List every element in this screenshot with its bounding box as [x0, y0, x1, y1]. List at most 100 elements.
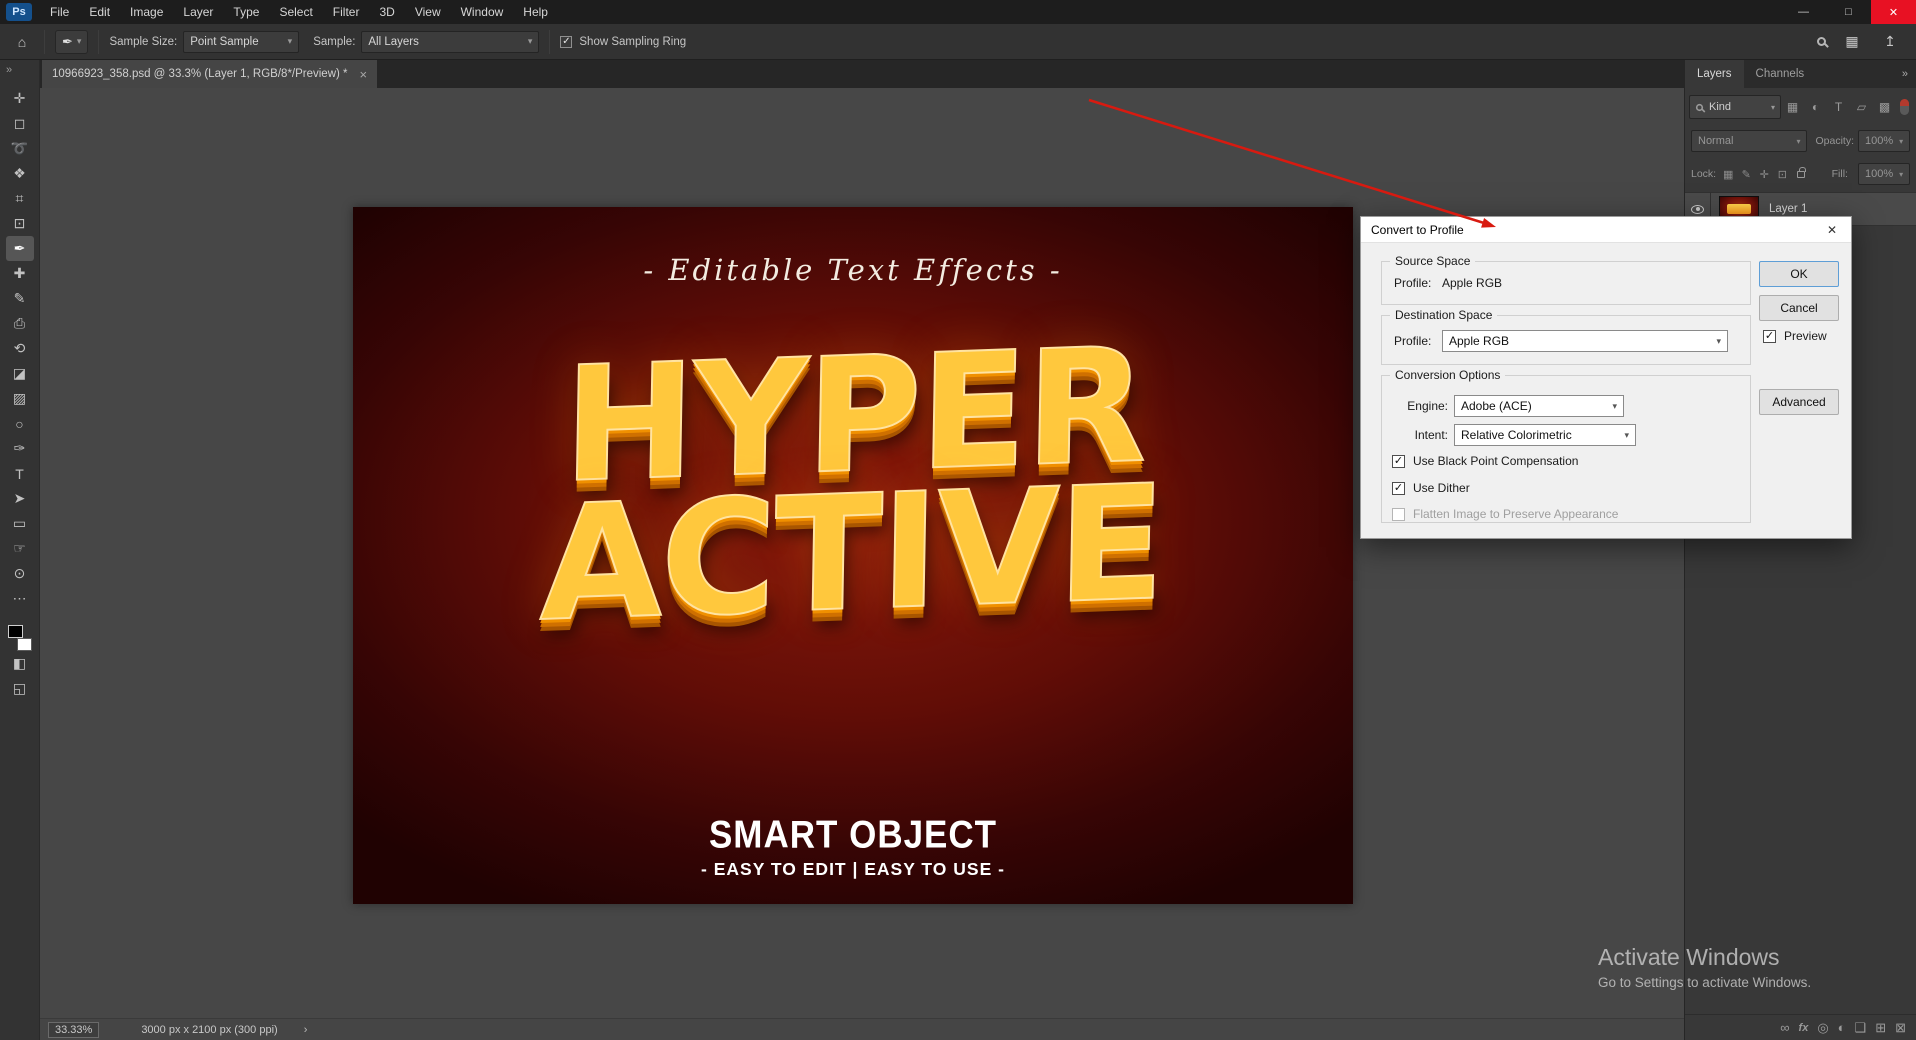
blend-mode-dropdown[interactable]: Normal ▾: [1691, 130, 1807, 152]
status-menu-chevron[interactable]: ›: [304, 1024, 308, 1036]
screen-mode-icon[interactable]: ◱: [6, 676, 34, 701]
lock-all-icon[interactable]: [1797, 171, 1804, 178]
engine-select[interactable]: Adobe (ACE) ▾: [1454, 395, 1624, 417]
quick-selection-tool[interactable]: ❖: [6, 161, 34, 186]
menu-bar: Ps File Edit Image Layer Type Select Fil…: [0, 0, 1916, 24]
crop-tool[interactable]: ⌗: [6, 186, 34, 211]
move-tool[interactable]: ✛: [6, 86, 34, 111]
eraser-tool[interactable]: ◪: [6, 361, 34, 386]
show-sampling-ring-checkbox[interactable]: ✓: [560, 36, 572, 48]
quick-mask-icon[interactable]: ◧: [6, 651, 34, 676]
toolbar-collapse-icon[interactable]: »: [0, 60, 12, 86]
search-icon[interactable]: [1817, 37, 1826, 46]
opacity-field[interactable]: 100% ▾: [1858, 130, 1910, 152]
delete-layer-icon[interactable]: ⊠: [1895, 1020, 1906, 1036]
menu-type[interactable]: Type: [223, 0, 269, 24]
chevron-down-icon: ▾: [1612, 401, 1617, 412]
preview-checkbox[interactable]: ✓: [1763, 330, 1776, 343]
blend-mode-value: Normal: [1698, 135, 1733, 147]
path-selection-tool[interactable]: ➤: [6, 486, 34, 511]
zoom-tool[interactable]: ⊙: [6, 561, 34, 586]
gradient-tool[interactable]: ▨: [6, 386, 34, 411]
zoom-level-field[interactable]: 33.33%: [48, 1022, 99, 1038]
layer-group-icon[interactable]: ❑: [1855, 1020, 1867, 1036]
advanced-button[interactable]: Advanced: [1759, 389, 1839, 415]
menu-window[interactable]: Window: [451, 0, 514, 24]
cancel-button[interactable]: Cancel: [1759, 295, 1839, 321]
filter-adjustment-layers-icon[interactable]: ◐: [1804, 100, 1827, 114]
intent-select[interactable]: Relative Colorimetric ▾: [1454, 424, 1636, 446]
panel-collapse-icon[interactable]: »: [1902, 68, 1916, 88]
sample-dropdown[interactable]: All Layers ▾: [361, 31, 539, 53]
filter-kind-dropdown[interactable]: Kind ▾: [1689, 95, 1781, 119]
dialog-close-icon[interactable]: ✕: [1813, 217, 1851, 243]
healing-brush-tool[interactable]: ✚: [6, 261, 34, 286]
lock-artboards-icon[interactable]: ⊡: [1776, 168, 1788, 181]
document-image: - Editable Text Effects - HYPER ACTIVE S…: [353, 207, 1353, 904]
type-tool[interactable]: T: [6, 461, 34, 486]
source-profile-value: Apple RGB: [1442, 276, 1502, 290]
preview-row: ✓ Preview: [1763, 329, 1827, 343]
workspace-icon[interactable]: ▦: [1840, 33, 1864, 50]
menu-3d[interactable]: 3D: [369, 0, 404, 24]
layer-filter-toggle[interactable]: [1900, 99, 1909, 115]
filter-pixel-layers-icon[interactable]: ▦: [1781, 100, 1804, 114]
lock-image-pixels-icon[interactable]: ✎: [1740, 168, 1752, 181]
filter-type-layers-icon[interactable]: T: [1827, 100, 1850, 114]
pen-tool[interactable]: ✑: [6, 436, 34, 461]
black-point-row: ✓ Use Black Point Compensation: [1392, 454, 1578, 468]
destination-profile-select[interactable]: Apple RGB ▾: [1442, 330, 1728, 352]
link-layers-icon[interactable]: ∞: [1780, 1020, 1789, 1035]
brush-tool[interactable]: ✎: [6, 286, 34, 311]
menu-layer[interactable]: Layer: [173, 0, 223, 24]
frame-tool[interactable]: ⊡: [6, 211, 34, 236]
share-icon[interactable]: ↥: [1878, 33, 1902, 50]
menu-edit[interactable]: Edit: [79, 0, 120, 24]
history-brush-tool[interactable]: ⟲: [6, 336, 34, 361]
hand-tool[interactable]: ☞: [6, 536, 34, 561]
menu-file[interactable]: File: [40, 0, 79, 24]
filter-smart-objects-icon[interactable]: ▩: [1873, 100, 1896, 114]
lock-transparent-pixels-icon[interactable]: ▦: [1722, 168, 1734, 181]
lock-position-icon[interactable]: ✛: [1758, 168, 1770, 181]
menu-view[interactable]: View: [405, 0, 451, 24]
lasso-tool[interactable]: ➰: [6, 136, 34, 161]
minimize-button[interactable]: —: [1781, 0, 1826, 24]
check-icon: ✓: [562, 37, 570, 47]
menu-image[interactable]: Image: [120, 0, 173, 24]
fill-field[interactable]: 100% ▾: [1858, 163, 1910, 185]
ok-button[interactable]: OK: [1759, 261, 1839, 287]
document-tab[interactable]: 10966923_358.psd @ 33.3% (Layer 1, RGB/8…: [42, 60, 377, 88]
filter-shape-layers-icon[interactable]: ▱: [1850, 100, 1873, 114]
background-color-swatch[interactable]: [17, 638, 32, 651]
search-icon: [1696, 103, 1703, 110]
layer-effects-icon[interactable]: fx: [1799, 1022, 1809, 1034]
black-point-checkbox[interactable]: ✓: [1392, 455, 1405, 468]
menu-select[interactable]: Select: [269, 0, 322, 24]
new-layer-icon[interactable]: ⊞: [1875, 1020, 1886, 1036]
rectangle-tool[interactable]: ▭: [6, 511, 34, 536]
tab-channels[interactable]: Channels: [1744, 60, 1817, 88]
eyedropper-tool[interactable]: ✒: [6, 236, 34, 261]
tab-close-icon[interactable]: ×: [360, 67, 368, 82]
layer-mask-icon[interactable]: ◎: [1817, 1020, 1828, 1036]
more-tools-icon[interactable]: ⋯: [6, 586, 34, 611]
status-bar: 33.33% 3000 px x 2100 px (300 ppi) ›: [40, 1018, 1684, 1040]
home-icon[interactable]: ⌂: [10, 34, 34, 50]
dither-checkbox[interactable]: ✓: [1392, 482, 1405, 495]
sample-size-dropdown[interactable]: Point Sample ▾: [183, 31, 299, 53]
adjustment-layer-icon[interactable]: ◐: [1838, 1020, 1846, 1035]
flatten-checkbox: [1392, 508, 1405, 521]
tab-layers[interactable]: Layers: [1685, 60, 1744, 88]
eyedropper-tool-preset[interactable]: ✒ ▾: [55, 30, 88, 54]
color-swatches[interactable]: [6, 625, 34, 651]
blur-tool[interactable]: ○: [6, 411, 34, 436]
foreground-color-swatch[interactable]: [8, 625, 23, 638]
clone-stamp-tool[interactable]: ⎙: [6, 311, 34, 336]
dialog-title-bar[interactable]: Convert to Profile ✕: [1361, 217, 1851, 243]
menu-help[interactable]: Help: [513, 0, 558, 24]
close-window-button[interactable]: ✕: [1871, 0, 1916, 24]
rectangular-marquee-tool[interactable]: ◻: [6, 111, 34, 136]
menu-filter[interactable]: Filter: [323, 0, 370, 24]
maximize-button[interactable]: □: [1826, 0, 1871, 24]
